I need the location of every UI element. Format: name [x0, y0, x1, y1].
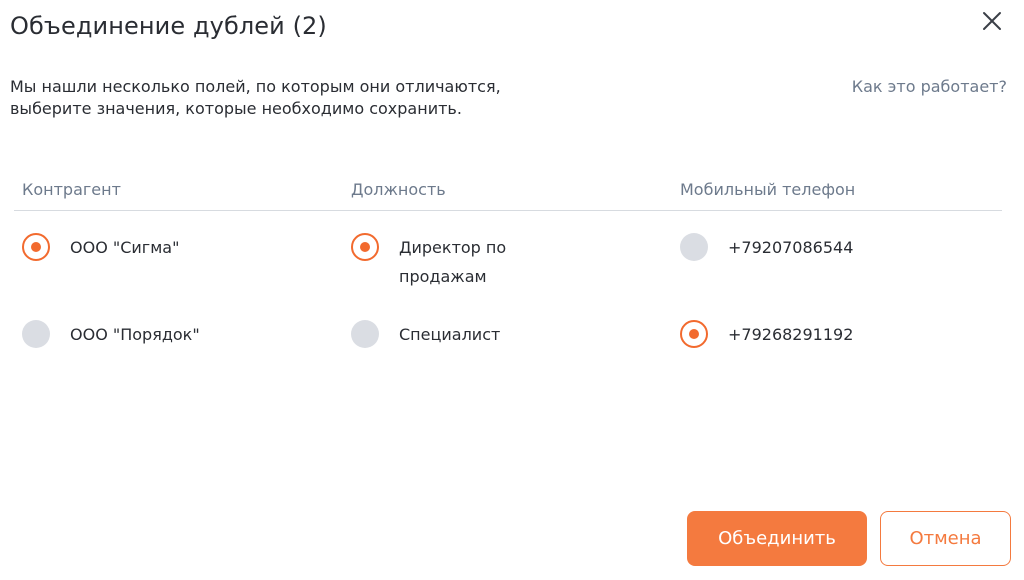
radio-selected[interactable]: [22, 233, 50, 261]
option-label-line-1: Директор по: [399, 238, 507, 257]
option-label: ООО "Сигма": [70, 238, 180, 257]
option-label: ООО "Порядок": [70, 325, 200, 344]
header-divider: [14, 210, 1002, 211]
close-icon[interactable]: [978, 7, 1006, 35]
option-label: +79268291192: [728, 325, 854, 344]
how-it-works-link[interactable]: Как это работает?: [852, 76, 1007, 98]
description-line-1: Мы нашли несколько полей, по которым они…: [10, 77, 501, 96]
radio-selected[interactable]: [351, 233, 379, 261]
option-position-specialist[interactable]: Специалист: [351, 320, 500, 349]
option-position-sales-director[interactable]: Директор по продажам: [351, 233, 506, 291]
radio-unselected[interactable]: [351, 320, 379, 348]
dialog-title: Объединение дублей (2): [10, 12, 327, 40]
column-header-mobile-phone: Мобильный телефон: [680, 180, 856, 199]
description-line-2: выберите значения, которые необходимо со…: [10, 99, 462, 118]
column-header-counterparty: Контрагент: [22, 180, 121, 199]
option-label: Директор по продажам: [399, 233, 506, 291]
column-header-position: Должность: [351, 180, 446, 199]
option-label: +79207086544: [728, 238, 854, 257]
option-phone-2[interactable]: +79268291192: [680, 320, 853, 349]
dialog-description: Мы нашли несколько полей, по которым они…: [10, 76, 501, 120]
merge-button[interactable]: Объединить: [687, 511, 867, 566]
cancel-button[interactable]: Отмена: [880, 511, 1011, 566]
merge-duplicates-dialog: Объединение дублей (2) Мы нашли нескольк…: [0, 0, 1024, 580]
option-label: Специалист: [399, 325, 501, 344]
option-phone-1[interactable]: +79207086544: [680, 233, 853, 262]
radio-unselected[interactable]: [22, 320, 50, 348]
radio-selected[interactable]: [680, 320, 708, 348]
option-counterparty-poryadok[interactable]: ООО "Порядок": [22, 320, 200, 349]
option-label-line-2: продажам: [399, 267, 487, 286]
option-counterparty-sigma[interactable]: ООО "Сигма": [22, 233, 179, 262]
radio-unselected[interactable]: [680, 233, 708, 261]
